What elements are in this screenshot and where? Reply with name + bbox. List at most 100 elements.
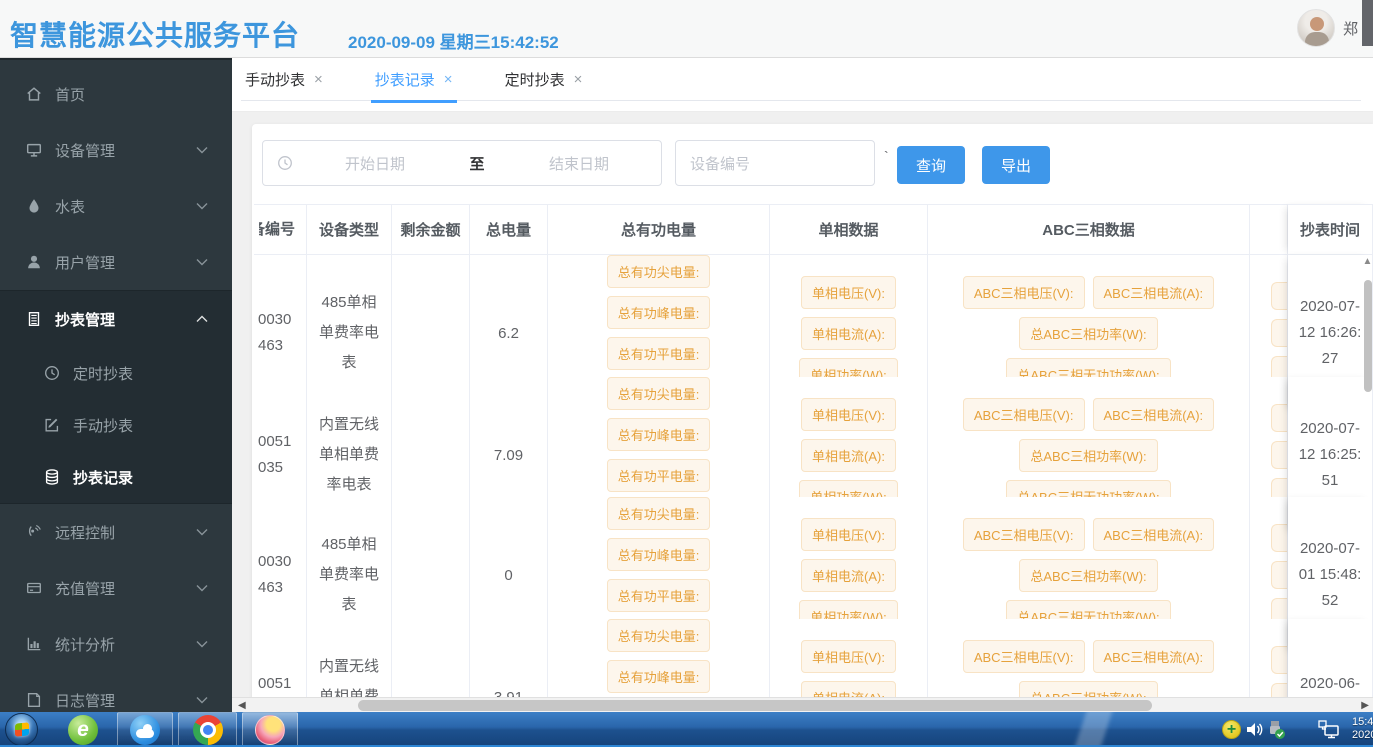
- sidebar-item-user-mgmt[interactable]: 用户管理: [0, 234, 232, 290]
- sidebar-item-home[interactable]: 首页: [0, 66, 232, 122]
- database-icon: [43, 468, 61, 486]
- screen: 智慧能源公共服务平台 2020-09-09 星期三15:42:52 郑 首页 设…: [0, 0, 1373, 747]
- sidebar-item-label: 水表: [55, 196, 85, 217]
- network-icon[interactable]: [1318, 720, 1340, 739]
- col-device-no: 设备编号: [254, 204, 307, 255]
- energy-tag: 总有功峰电量:: [607, 418, 711, 451]
- energy-tag: 总有功平电量:: [607, 579, 711, 612]
- energy-tag: 总有功尖电量:: [607, 619, 711, 652]
- sidebar-item-label: 用户管理: [55, 252, 115, 273]
- chevron-down-icon: [196, 584, 208, 592]
- abc-tag: ABC三相电压(V):: [963, 640, 1085, 673]
- sidebar-item-label: 设备管理: [55, 140, 115, 161]
- header-datetime: 2020-09-09 星期三15:42:52: [348, 28, 559, 53]
- close-icon[interactable]: ×: [444, 71, 453, 88]
- chrome-icon: [193, 715, 223, 745]
- sidebar-item-recharge-mgmt[interactable]: 充值管理: [0, 560, 232, 616]
- abc-tag: ABC三相电压(V):: [963, 518, 1085, 551]
- abc-tag: ABC三相电流(A):: [1093, 518, 1215, 551]
- qq-browser-icon: [130, 715, 160, 745]
- chrome-taskbar-button[interactable]: [178, 712, 237, 747]
- usb-device-icon[interactable]: [1266, 720, 1286, 740]
- sidebar-item-water-meter[interactable]: 水表: [0, 178, 232, 234]
- sidebar-item-label: 抄表管理: [55, 309, 115, 330]
- range-separator: 至: [457, 153, 497, 174]
- end-date-input[interactable]: 结束日期: [497, 153, 661, 174]
- document-icon: [25, 691, 43, 709]
- tab-label: 抄表记录: [375, 69, 435, 90]
- scroll-up-arrow[interactable]: ▲: [1362, 256, 1373, 267]
- meter-icon: [25, 310, 43, 328]
- sidebar-item-label: 统计分析: [55, 634, 115, 655]
- monitor-icon: [25, 141, 43, 159]
- sidebar-item-statistics[interactable]: 统计分析: [0, 616, 232, 672]
- home-icon: [25, 85, 43, 103]
- sidebar-item-label: 定时抄表: [73, 363, 133, 384]
- energy-tag: 总有功峰电量:: [607, 660, 711, 693]
- col-active-energy: 总有功电量: [548, 204, 770, 255]
- energy-tag: 总有功平电量:: [607, 337, 711, 370]
- sidebar-item-timed-reading[interactable]: 定时抄表: [0, 347, 232, 399]
- phase-tag: 单相电压(V):: [801, 276, 896, 309]
- tab-timed-reading[interactable]: 定时抄表 ×: [501, 58, 587, 101]
- scroll-right-arrow[interactable]: ▶: [1361, 699, 1369, 712]
- sidebar-item-meter-mgmt[interactable]: 抄表管理: [0, 291, 232, 347]
- taskbar-clock[interactable]: 15:42 2020/9/9: [1352, 716, 1373, 742]
- bar-chart-icon: [25, 635, 43, 653]
- photo-app-taskbar-button[interactable]: [242, 712, 298, 747]
- safety-plus-icon[interactable]: +: [1222, 720, 1241, 739]
- filter-bar: 开始日期 至 结束日期 设备编号 ` 查询 导出: [252, 124, 1373, 202]
- chevron-down-icon: [196, 640, 208, 648]
- export-button[interactable]: 导出: [982, 146, 1050, 184]
- vertical-scrollbar-thumb[interactable]: [1364, 280, 1372, 392]
- device-no-input[interactable]: 设备编号: [675, 140, 875, 186]
- energy-tag: 总有功尖电量:: [607, 255, 711, 288]
- tab-manual-reading[interactable]: 手动抄表 ×: [241, 58, 327, 101]
- col-abc-phase: ABC三相数据: [928, 204, 1250, 255]
- clock-time: 15:42: [1352, 716, 1373, 729]
- horizontal-scrollbar-thumb[interactable]: [358, 700, 1152, 711]
- close-icon[interactable]: ×: [574, 71, 583, 88]
- tab-reading-records[interactable]: 抄表记录 ×: [371, 58, 457, 101]
- phase-tag: 单相电压(V):: [801, 640, 896, 673]
- sidebar-item-remote-control[interactable]: 远程控制: [0, 504, 232, 560]
- records-table: 设备编号 设备类型 剩余金额 总电量 总有功电量 单相数据 ABC三相数据 抄表…: [254, 204, 1373, 741]
- sidebar-item-device-mgmt[interactable]: 设备管理: [0, 122, 232, 178]
- chevron-down-icon: [196, 258, 208, 266]
- browser-scrollbar-cap[interactable]: [1362, 0, 1373, 46]
- edit-icon: [43, 416, 61, 434]
- start-date-input[interactable]: 开始日期: [293, 153, 457, 174]
- speaker-icon[interactable]: [1246, 721, 1264, 738]
- date-range-picker[interactable]: 开始日期 至 结束日期: [262, 140, 662, 186]
- chevron-down-icon: [196, 528, 208, 536]
- green-e-browser-icon[interactable]: e: [68, 715, 98, 745]
- abc-tag: 总ABC三相功率(W):: [1019, 559, 1157, 592]
- chevron-up-icon: [196, 315, 208, 323]
- user-menu[interactable]: 郑: [1297, 9, 1365, 47]
- avatar[interactable]: [1297, 9, 1335, 47]
- photo-app-icon: [255, 715, 285, 745]
- water-drop-icon: [25, 197, 43, 215]
- energy-tag: 总有功平电量:: [607, 459, 711, 492]
- horizontal-scrollbar[interactable]: ◀ ▶: [232, 697, 1373, 712]
- sidebar-item-reading-records[interactable]: 抄表记录: [0, 451, 232, 503]
- phase-tag: 单相电流(A):: [801, 439, 896, 472]
- close-icon[interactable]: ×: [314, 71, 323, 88]
- content-card: 开始日期 至 结束日期 设备编号 ` 查询 导出 设备编号 设备类型 剩余金额 …: [252, 124, 1373, 747]
- windows-start-button[interactable]: [5, 713, 38, 746]
- query-button[interactable]: 查询: [897, 146, 965, 184]
- abc-tag: ABC三相电流(A):: [1093, 640, 1215, 673]
- clock-icon: [277, 155, 293, 171]
- energy-tag: 总有功尖电量:: [607, 497, 711, 530]
- sidebar-item-label: 手动抄表: [73, 415, 133, 436]
- app-title: 智慧能源公共服务平台: [10, 14, 300, 54]
- scroll-left-arrow[interactable]: ◀: [238, 699, 246, 712]
- phase-tag: 单相电流(A):: [801, 317, 896, 350]
- sidebar-item-label: 远程控制: [55, 522, 115, 543]
- sidebar-group-meter-reading: 抄表管理 定时抄表 手动抄表 抄表记录: [0, 290, 232, 504]
- sidebar-item-manual-reading[interactable]: 手动抄表: [0, 399, 232, 451]
- windows-logo-icon: [15, 722, 29, 736]
- remote-signal-icon: [25, 523, 43, 541]
- qq-browser-taskbar-button[interactable]: [117, 712, 173, 747]
- clipped-tag-fragment: [1271, 282, 1287, 310]
